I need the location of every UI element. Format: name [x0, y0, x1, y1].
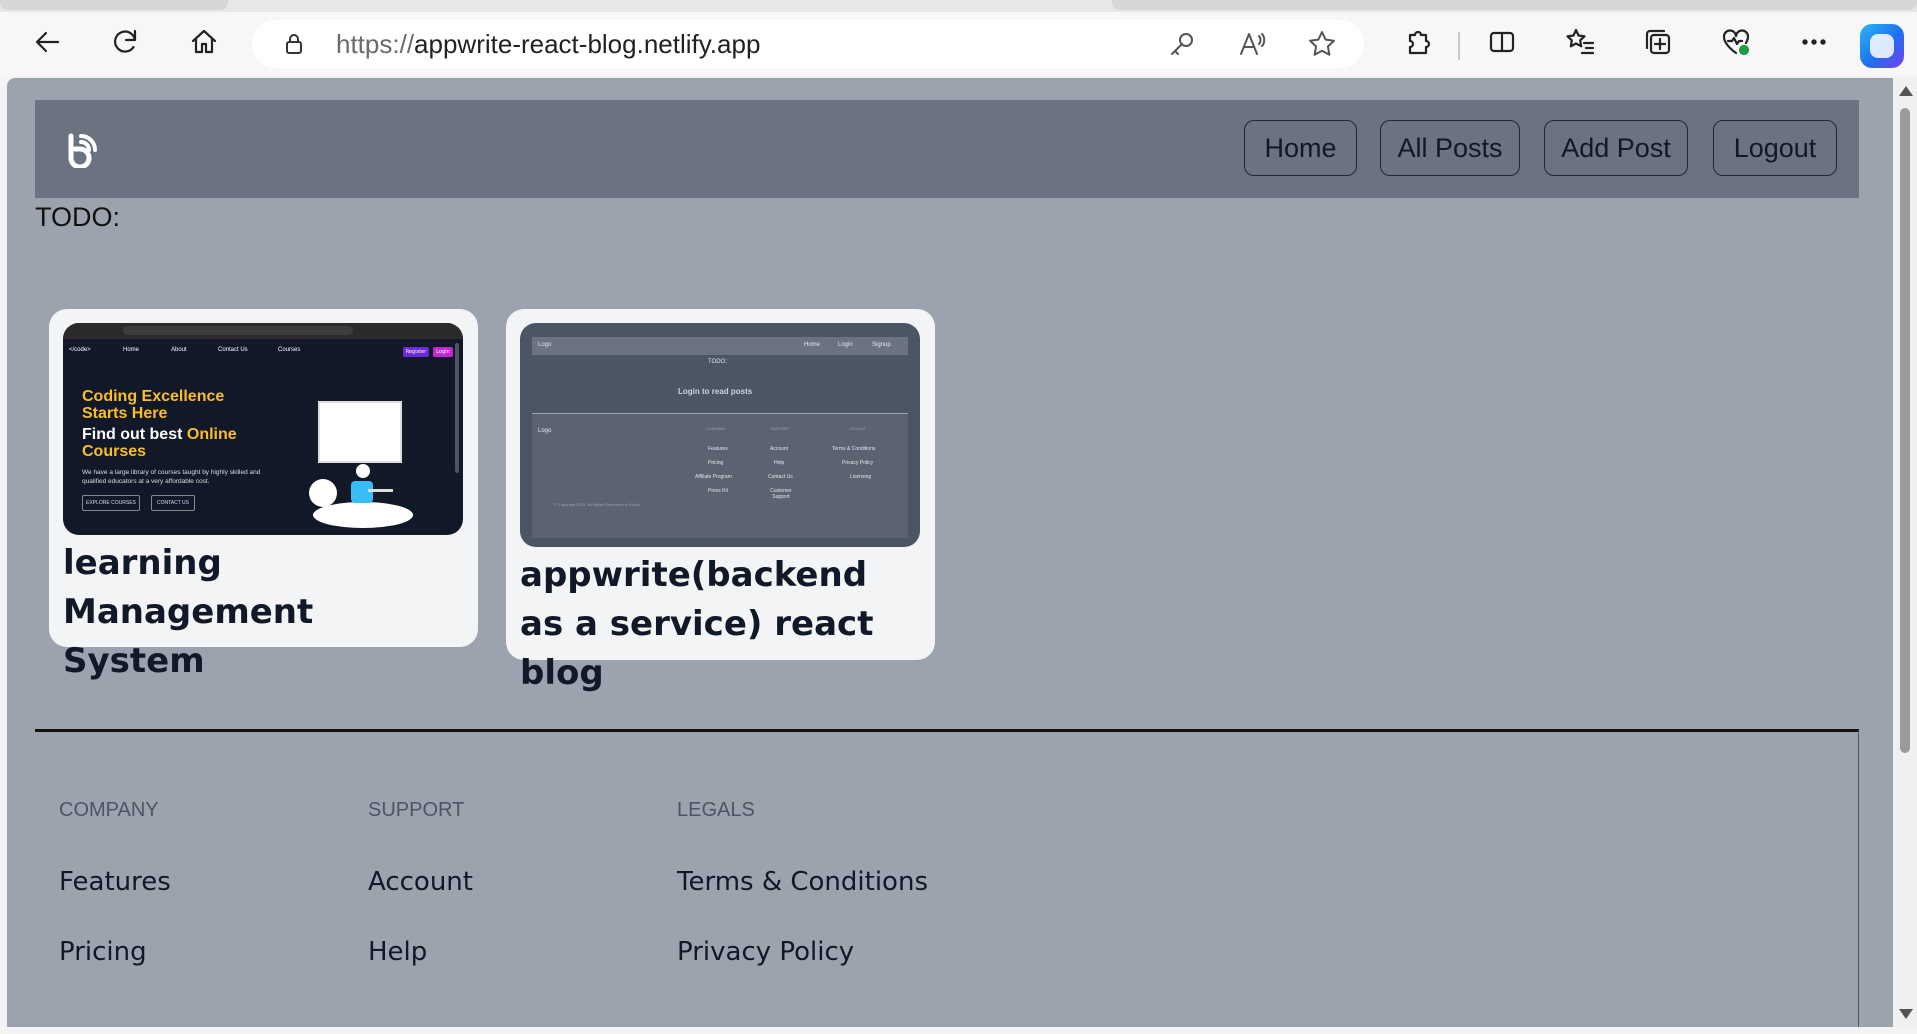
thumb-register: Register [403, 347, 429, 357]
thumb-footer: Logo COMPANY SUPPORT LEGALS Features Pri… [532, 413, 908, 538]
thumb-contact-button: CONTACT US [151, 495, 195, 511]
url-scheme: https:// [336, 29, 415, 59]
puzzle-icon [1402, 26, 1434, 62]
footer-heading-legals: Legals [677, 799, 755, 821]
post-card-appwrite-blog[interactable]: Logo Home Login Signup TODO: Login to re… [506, 309, 935, 693]
favorites-button[interactable] [1556, 20, 1604, 68]
thumb-browser-bar [63, 323, 463, 339]
post-card-lms[interactable]: </code> Home About Contact Us Courses Re… [49, 309, 478, 681]
nav-add-post-button[interactable]: Add Post [1544, 120, 1688, 176]
home-icon [188, 26, 220, 62]
page-scrollbar[interactable] [1893, 78, 1917, 1027]
url-text[interactable]: https://appwrite-react-blog.netlify.app [336, 29, 760, 60]
post-title[interactable]: learning Management System [63, 539, 464, 686]
scroll-down-arrow-icon[interactable] [1899, 1009, 1913, 1019]
back-button[interactable] [24, 20, 72, 68]
browser-essentials-button[interactable] [1712, 20, 1760, 68]
footer-link-pricing[interactable]: Pricing [59, 937, 147, 967]
thumb-description: We have a large library of courses taugh… [82, 469, 261, 485]
toolbar-divider [1458, 32, 1460, 60]
split-screen-icon [1486, 26, 1518, 62]
footer-heading-company: Company [59, 799, 159, 821]
copilot-icon[interactable] [1860, 24, 1904, 68]
ellipsis-icon [1798, 26, 1830, 62]
split-screen-button[interactable] [1478, 20, 1526, 68]
footer-heading-support: Support [368, 799, 465, 821]
thumb-message: Login to read posts [678, 387, 753, 396]
favorite-star-icon[interactable] [1306, 28, 1338, 60]
thumb-headline: Coding Excellence Starts Here [82, 388, 225, 422]
thumb-illustration-person [309, 464, 413, 528]
footer-link-privacy[interactable]: Privacy Policy [677, 937, 854, 967]
nav-logout-button[interactable]: Logout [1713, 120, 1837, 176]
refresh-icon [110, 26, 142, 62]
read-aloud-icon[interactable] [1236, 28, 1268, 60]
thumb-todo: TODO: [708, 359, 727, 365]
site-header: Home All Posts Add Post Logout [35, 100, 1859, 198]
url-host: appwrite-react-blog.netlify.app [414, 29, 761, 59]
key-icon[interactable] [1166, 28, 1198, 60]
todo-label: TODO: [35, 202, 121, 232]
heart-pulse-icon [1720, 26, 1752, 62]
post-thumbnail[interactable]: Logo Home Login Signup TODO: Login to re… [520, 323, 920, 547]
footer-link-features[interactable]: Features [59, 867, 171, 897]
background-tab-right[interactable] [1112, 0, 1917, 10]
background-tab-left[interactable] [0, 0, 228, 10]
thumb-subheadline: Find out best Online Courses [82, 426, 237, 460]
collections-button[interactable] [1634, 20, 1682, 68]
more-menu-button[interactable] [1790, 20, 1838, 68]
scroll-thumb[interactable] [1900, 108, 1910, 753]
scroll-up-arrow-icon[interactable] [1899, 86, 1913, 96]
page-viewport: Home All Posts Add Post Logout TODO: </c… [7, 78, 1893, 1027]
post-title[interactable]: appwrite(backend as a service) react blo… [520, 551, 921, 698]
thumb-nav: </code> Home About Contact Us Courses [69, 347, 301, 353]
collections-icon [1642, 26, 1674, 62]
lock-icon[interactable] [282, 32, 306, 60]
favorites-list-icon [1564, 26, 1596, 62]
site-footer: Company Features Pricing Support Account… [35, 729, 1859, 1027]
tab-strip [0, 0, 1917, 12]
thumb-explore-button: EXPLORE COURSES [82, 495, 140, 511]
thumb-header: Logo Home Login Signup [532, 337, 908, 355]
refresh-button[interactable] [102, 20, 150, 68]
footer-link-terms[interactable]: Terms & Conditions [677, 867, 928, 897]
nav-home-button[interactable]: Home [1244, 120, 1357, 176]
home-button[interactable] [180, 20, 228, 68]
nav-all-posts-button[interactable]: All Posts [1380, 120, 1520, 176]
thumb-login: Login [433, 347, 453, 357]
post-thumbnail[interactable]: </code> Home About Contact Us Courses Re… [63, 323, 463, 535]
footer-link-account[interactable]: Account [368, 867, 473, 897]
footer-link-help[interactable]: Help [368, 937, 427, 967]
blog-logo-icon[interactable] [63, 128, 103, 170]
arrow-left-icon [32, 26, 64, 62]
address-bar[interactable]: https://appwrite-react-blog.netlify.app [252, 20, 1364, 68]
extensions-button[interactable] [1394, 20, 1442, 68]
browser-toolbar: https://appwrite-react-blog.netlify.app [0, 12, 1917, 76]
